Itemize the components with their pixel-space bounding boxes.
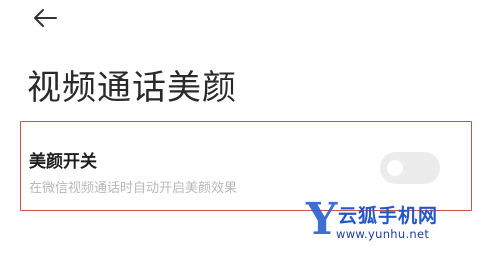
toggle-knob bbox=[387, 160, 403, 176]
setting-title: 美颜开关 bbox=[29, 152, 97, 172]
back-button[interactable] bbox=[30, 4, 60, 32]
watermark-letter: Y bbox=[306, 194, 338, 245]
page-title: 视频通话美颜 bbox=[27, 68, 237, 108]
arrow-left-icon bbox=[30, 4, 60, 32]
setting-description: 在微信视频通话时自动开启美颜效果 bbox=[29, 181, 238, 196]
watermark-logo: Y 云狐手机网 www.yunhu.net bbox=[306, 198, 476, 248]
watermark-site-name: 云狐手机网 bbox=[338, 205, 439, 227]
beauty-toggle-switch[interactable] bbox=[380, 152, 440, 184]
watermark-url: www.yunhu.net bbox=[336, 227, 430, 241]
